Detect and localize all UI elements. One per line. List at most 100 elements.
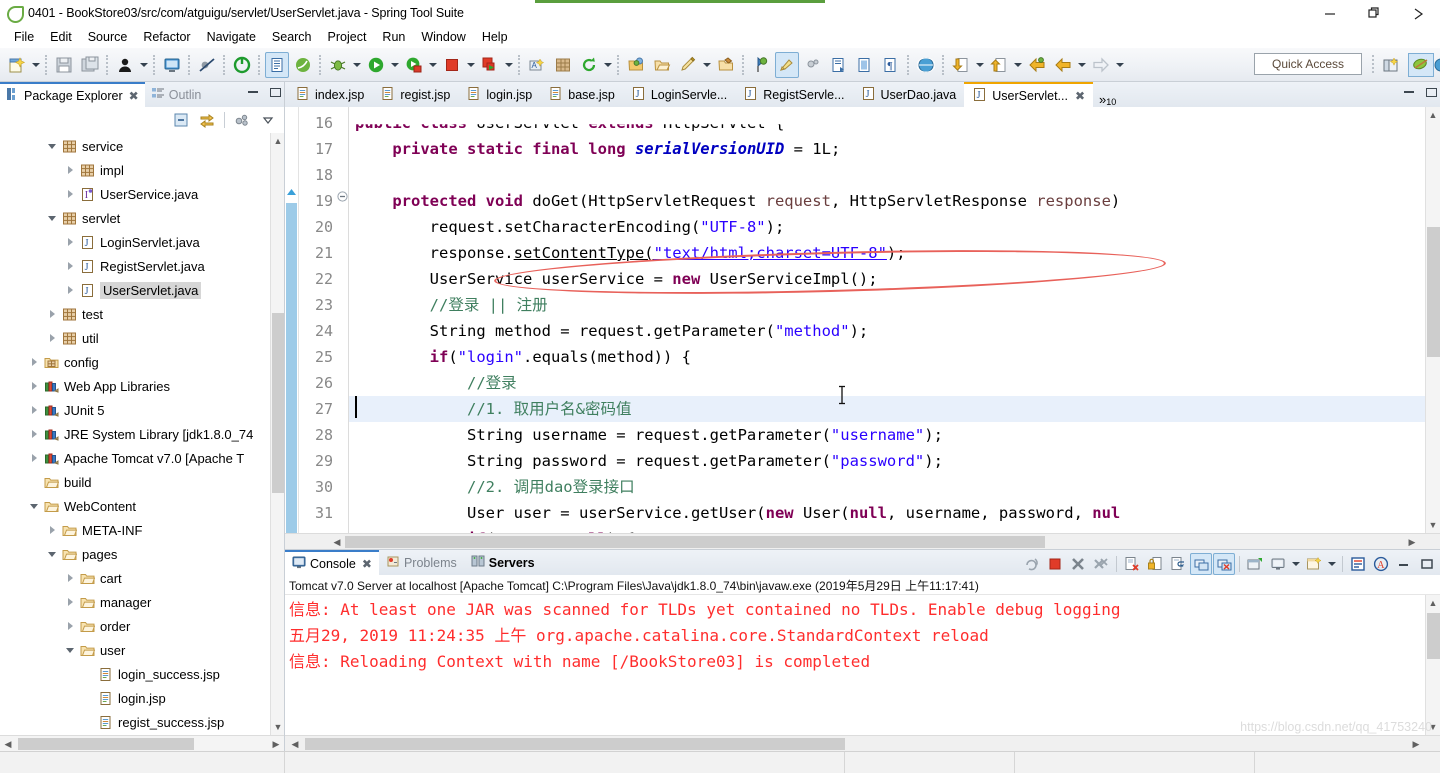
fold-collapse-icon[interactable] (337, 189, 348, 202)
tree-item[interactable]: build (0, 470, 270, 494)
chevron-down-icon[interactable] (44, 144, 60, 149)
menu-navigate[interactable]: Navigate (199, 28, 264, 46)
restore-button[interactable] (1352, 0, 1396, 26)
editor-tab-basejsp[interactable]: base.jsp (540, 82, 623, 107)
refresh-icon[interactable] (577, 52, 601, 78)
open-type-icon[interactable] (113, 52, 137, 78)
open-console-icon[interactable] (1303, 553, 1325, 575)
code-line[interactable]: response.setContentType("text/html;chars… (349, 240, 1425, 266)
tab-console[interactable]: Console ✖ (285, 550, 379, 575)
annotations-icon[interactable]: A (1370, 553, 1392, 575)
new-wizard-dropdown-icon[interactable] (30, 52, 42, 78)
menu-edit[interactable]: Edit (42, 28, 80, 46)
chevron-right-icon[interactable] (62, 166, 78, 174)
debug-icon[interactable] (326, 52, 350, 78)
close-icon[interactable]: ✖ (1075, 89, 1085, 103)
editor-vertical-scrollbar[interactable]: ▲ ▼ (1425, 107, 1440, 533)
scroll-up-arrow-icon[interactable]: ▲ (271, 133, 284, 149)
refresh-dropdown-icon[interactable] (602, 52, 614, 78)
scroll-down-arrow-icon[interactable]: ▼ (271, 719, 284, 735)
scroll-left-arrow-icon[interactable]: ◀ (329, 534, 345, 550)
code-line[interactable]: //2. 调用dao登录接口 (349, 474, 1425, 500)
back-dropdown-icon[interactable] (1076, 52, 1088, 78)
minimize-console-icon[interactable] (1393, 553, 1415, 575)
tree-item[interactable]: regist_success.jsp (0, 710, 270, 734)
code-line[interactable]: String username = request.getParameter("… (349, 422, 1425, 448)
code-line[interactable] (349, 162, 1425, 188)
menu-refactor[interactable]: Refactor (135, 28, 198, 46)
tasks-view-icon[interactable] (1347, 553, 1369, 575)
tree-item[interactable]: login.jsp (0, 686, 270, 710)
chevron-down-icon[interactable] (44, 216, 60, 221)
last-edit-location-icon[interactable] (714, 52, 738, 78)
skip-all-breakpoints-icon[interactable] (195, 52, 219, 78)
tree-item[interactable]: Web App Libraries (0, 374, 270, 398)
relaunch-icon[interactable] (1021, 553, 1043, 575)
source-code-text[interactable]: public class UserServlet extends HttpSer… (349, 107, 1425, 533)
console-output[interactable]: 信息: At least one JAR was scanned for TLD… (285, 595, 1440, 735)
new-annotation-icon[interactable]: A (525, 52, 549, 78)
scroll-up-arrow-icon[interactable]: ▲ (1426, 107, 1440, 123)
editor-tab-userservlet[interactable]: J UserServlet... ✖ (964, 82, 1094, 107)
chevron-right-icon[interactable] (62, 238, 78, 246)
code-line[interactable]: //登录 || 注册 (349, 292, 1425, 318)
tree-item[interactable]: pages (0, 542, 270, 566)
editor-tab-loginjsp[interactable]: login.jsp (458, 82, 540, 107)
chevron-right-icon[interactable] (26, 358, 42, 366)
menu-file[interactable]: File (6, 28, 42, 46)
spring-boot-icon[interactable] (291, 52, 315, 78)
code-line[interactable]: //1. 取用户名&密码值 (349, 396, 1425, 422)
web-browser-icon[interactable] (914, 52, 938, 78)
open-perspective-button[interactable] (1378, 53, 1404, 77)
tree-item[interactable]: J UserServlet.java (0, 278, 270, 302)
tree-item[interactable]: util (0, 326, 270, 350)
toggle-mark-occurrences-icon[interactable] (801, 52, 825, 78)
scroll-right-arrow-icon[interactable]: ▶ (1404, 534, 1420, 550)
step-down-dropdown-icon[interactable] (974, 52, 986, 78)
show-console-on-error-icon[interactable] (1213, 553, 1235, 575)
code-line[interactable]: UserService userService = new UserServic… (349, 266, 1425, 292)
terminate-icon[interactable] (440, 52, 464, 78)
tab-outline[interactable]: Outlin (145, 82, 208, 107)
close-button[interactable] (1396, 0, 1440, 26)
debug-dropdown-icon[interactable] (351, 52, 363, 78)
folding-column[interactable] (337, 107, 349, 533)
chevron-right-icon[interactable] (62, 190, 78, 198)
editor-scroll-thumb[interactable] (1427, 227, 1440, 357)
console-scroll-thumb[interactable] (1427, 613, 1440, 659)
pencil-dropdown-icon[interactable] (701, 52, 713, 78)
code-line[interactable]: String password = request.getParameter("… (349, 448, 1425, 474)
terminate-dropdown-icon[interactable] (465, 52, 477, 78)
tree-item[interactable]: META-INF (0, 518, 270, 542)
tab-servers[interactable]: Servers (464, 550, 542, 575)
chevron-right-icon[interactable] (44, 334, 60, 342)
folding-expand-icon[interactable] (286, 185, 297, 196)
tree-item[interactable]: test (0, 302, 270, 326)
view-menu-icon[interactable] (230, 109, 254, 131)
minimize-button[interactable] (1308, 0, 1352, 26)
run-on-server-icon[interactable] (402, 52, 426, 78)
chevron-right-icon[interactable] (62, 622, 78, 630)
tree-horizontal-scrollbar[interactable]: ◀ ▶ (0, 735, 284, 751)
scroll-up-arrow-icon[interactable]: ▲ (1426, 595, 1440, 611)
chevron-down-icon[interactable] (62, 648, 78, 653)
maximize-view-icon[interactable] (268, 85, 282, 99)
tree-item[interactable]: J RegistServlet.java (0, 254, 270, 278)
perspective-extra-button[interactable] (1428, 53, 1440, 77)
menu-help[interactable]: Help (474, 28, 516, 46)
scroll-lock-icon[interactable] (1144, 553, 1166, 575)
chevron-right-icon[interactable] (26, 406, 42, 414)
scroll-down-arrow-icon[interactable]: ▼ (1426, 517, 1440, 533)
menu-run[interactable]: Run (374, 28, 413, 46)
tree-item[interactable]: J LoginServlet.java (0, 230, 270, 254)
forward-dropdown-icon[interactable] (1114, 52, 1126, 78)
menu-window[interactable]: Window (413, 28, 473, 46)
step-up-icon[interactable] (987, 52, 1011, 78)
display-selected-console-icon[interactable] (1267, 553, 1289, 575)
tree-item[interactable]: config (0, 350, 270, 374)
open-console-dropdown-icon[interactable] (1326, 551, 1338, 577)
run-dropdown-icon[interactable] (389, 52, 401, 78)
menu-search[interactable]: Search (264, 28, 320, 46)
editor-tab-registjsp[interactable]: regist.jsp (372, 82, 458, 107)
open-type-dropdown-icon[interactable] (138, 52, 150, 78)
